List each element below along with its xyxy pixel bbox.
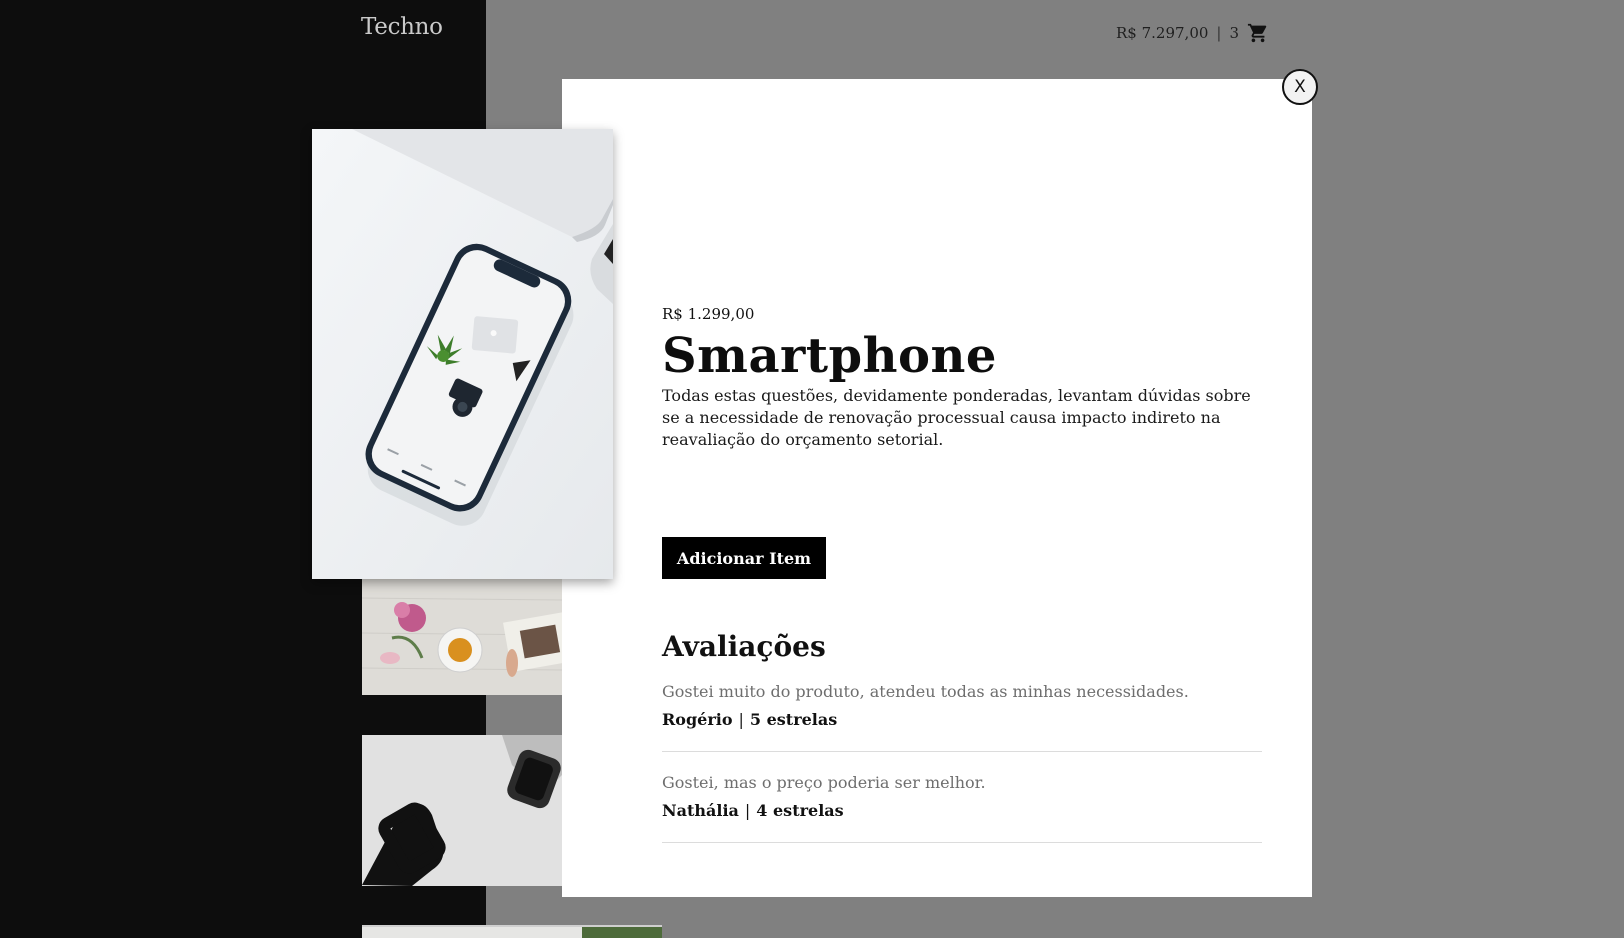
review-rating: 4 estrelas	[756, 801, 844, 820]
review-text: Gostei muito do produto, atendeu todas a…	[662, 682, 1189, 701]
review-item: Gostei muito do produto, atendeu todas a…	[662, 681, 1262, 752]
review-author: Rogério	[662, 710, 733, 729]
reviews-title: Avaliações	[662, 630, 826, 663]
review-separator: |	[738, 710, 744, 729]
product-name: Smartphone	[662, 328, 997, 384]
product-image	[312, 129, 613, 579]
cart-total: R$ 7.297,00	[1116, 24, 1209, 42]
product-thumbnail-flowers[interactable]	[362, 578, 562, 695]
cart-summary[interactable]: R$ 7.297,00 | 3	[1116, 22, 1269, 44]
review-meta: Nathália | 4 estrelas	[662, 800, 1262, 822]
product-price: R$ 1.299,00	[662, 305, 755, 323]
review-author: Nathália	[662, 801, 739, 820]
product-thumbnail-plant[interactable]	[362, 925, 662, 938]
close-button[interactable]: X	[1282, 69, 1318, 105]
reviews-section: Avaliações Gostei muito do produto, aten…	[662, 630, 1262, 863]
cart-separator: |	[1216, 24, 1222, 42]
product-details: R$ 1.299,00 Smartphone Todas estas quest…	[662, 305, 1262, 451]
review-separator: |	[744, 801, 751, 820]
logo[interactable]: Techno	[361, 14, 443, 40]
add-item-button[interactable]: Adicionar Item	[662, 537, 826, 579]
review-text: Gostei, mas o preço poderia ser melhor.	[662, 773, 986, 792]
cart-count: 3	[1229, 24, 1240, 42]
shopping-cart-icon[interactable]	[1247, 22, 1269, 44]
review-rating: 5 estrelas	[749, 710, 838, 729]
product-description: Todas estas questões, devidamente ponder…	[662, 386, 1251, 450]
review-item: Gostei, mas o preço poderia ser melhor. …	[662, 772, 1262, 843]
product-thumbnail-watch[interactable]	[362, 735, 562, 886]
review-meta: Rogério | 5 estrelas	[662, 709, 1262, 731]
